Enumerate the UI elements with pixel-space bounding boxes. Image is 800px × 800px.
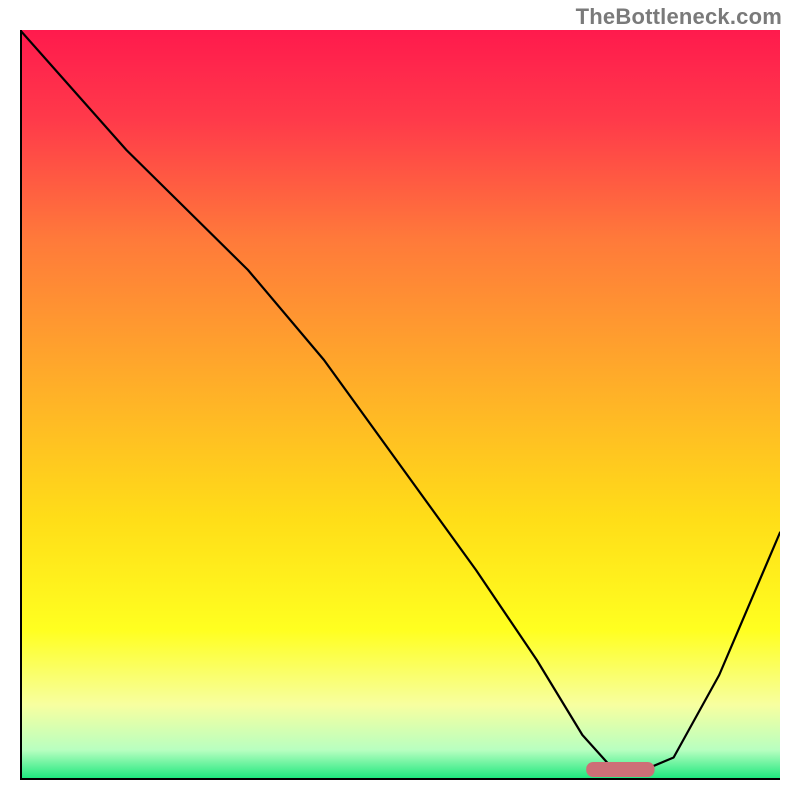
optimal-marker xyxy=(586,762,654,777)
gradient-background xyxy=(20,30,780,780)
chart-svg xyxy=(20,30,780,780)
chart-container: TheBottleneck.com xyxy=(0,0,800,800)
watermark-text: TheBottleneck.com xyxy=(576,4,782,30)
plot-area xyxy=(20,30,780,780)
